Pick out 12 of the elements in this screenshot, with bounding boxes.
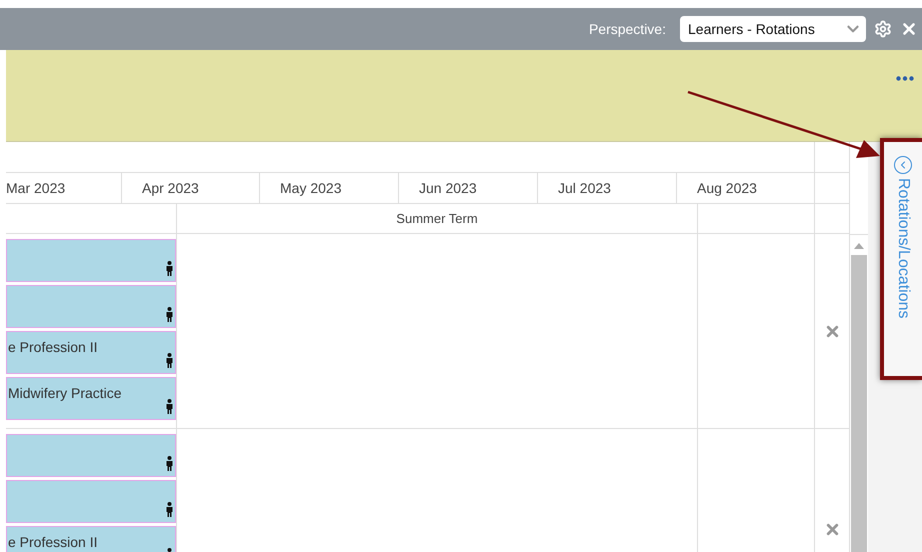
month-label: May 2023 <box>280 180 342 196</box>
month-label: Mar 2023 <box>6 180 66 196</box>
perspective-select[interactable]: Learners - Rotations <box>680 16 866 42</box>
month-label: Apr 2023 <box>142 180 199 196</box>
term-label: Summer Term <box>396 211 478 226</box>
month-label: Jun 2023 <box>419 180 477 196</box>
perspective-label: Perspective: <box>588 21 666 37</box>
month-label: Jul 2023 <box>558 180 611 196</box>
rotation-bar[interactable]: Midwifery Practice <box>6 377 176 420</box>
month-label: Aug 2023 <box>697 180 757 196</box>
rotation-bar[interactable]: e Profession II <box>6 331 176 374</box>
rotation-bar[interactable]: e Profession II <box>6 526 176 552</box>
